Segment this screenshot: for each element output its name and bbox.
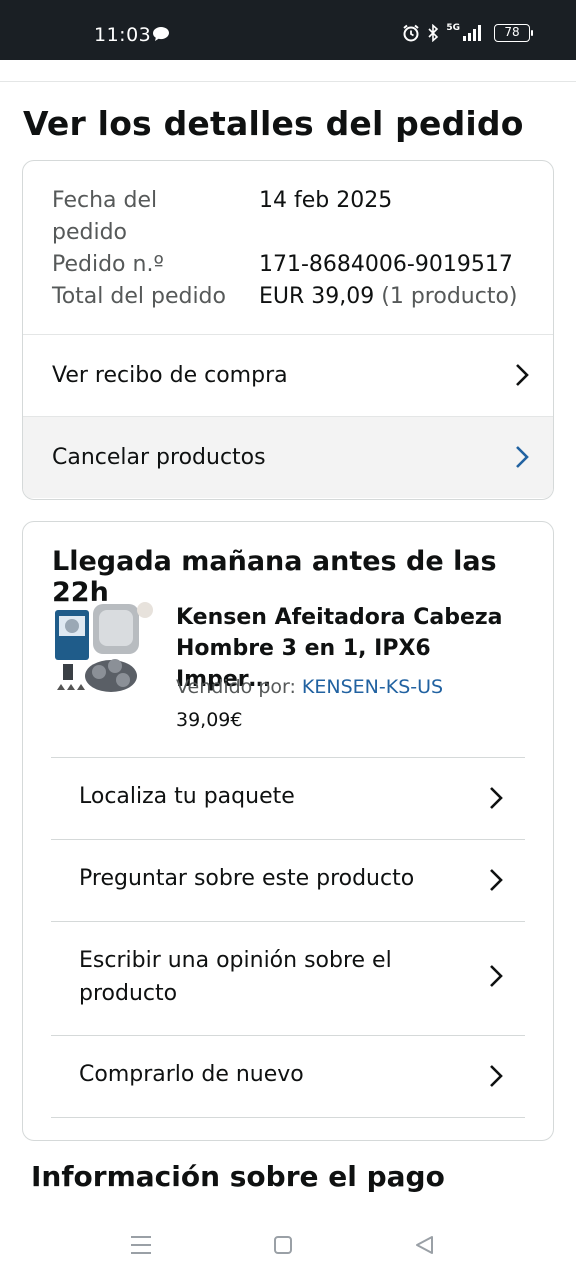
payment-info-heading: Información sobre el pago bbox=[31, 1160, 445, 1193]
product-price: 39,09€ bbox=[176, 709, 243, 731]
arrival-heading: Llegada mañana antes de las 22h bbox=[52, 546, 497, 608]
signal-icon bbox=[463, 25, 481, 41]
view-receipt-link[interactable]: Ver recibo de compra bbox=[23, 334, 553, 416]
seller-info: Vendido por: KENSEN-KS-US bbox=[176, 676, 443, 698]
chevron-right-icon bbox=[490, 1065, 503, 1087]
back-triangle-icon[interactable] bbox=[414, 1234, 434, 1256]
network-type: 5G bbox=[446, 23, 460, 33]
order-total-label: Total del pedido bbox=[52, 284, 226, 309]
seller-label: Vendido por: bbox=[176, 676, 302, 698]
chevron-right-icon bbox=[516, 446, 529, 468]
shipment-card: Llegada mañana antes de las 22h Kensen A… bbox=[22, 521, 554, 1141]
seller-link[interactable]: KENSEN-KS-US bbox=[302, 676, 443, 698]
order-date-label: Fecha del pedido bbox=[52, 188, 158, 245]
write-review-label: Escribir una opinión sobre el producto bbox=[79, 948, 392, 1006]
chevron-right-icon bbox=[516, 364, 529, 386]
clock: 11:03 bbox=[94, 24, 152, 46]
status-bar: 11:03 5G 78 bbox=[0, 0, 576, 60]
chevron-right-icon bbox=[490, 965, 503, 987]
page-title: Ver los detalles del pedido bbox=[23, 104, 524, 143]
track-package-label: Localiza tu paquete bbox=[79, 784, 295, 809]
cancel-products-label: Cancelar productos bbox=[52, 445, 266, 470]
home-square-icon[interactable] bbox=[273, 1234, 293, 1256]
bluetooth-icon bbox=[428, 24, 439, 42]
order-summary-card: Fecha del pedido 14 feb 2025 Pedido n.º … bbox=[22, 160, 554, 500]
chat-bubble-icon bbox=[152, 26, 170, 46]
order-date-value: 14 feb 2025 bbox=[259, 188, 393, 213]
cancel-products-link[interactable]: Cancelar productos bbox=[23, 416, 553, 498]
buy-again-label: Comprarlo de nuevo bbox=[79, 1062, 304, 1087]
status-icons: 5G 78 bbox=[402, 23, 533, 42]
product-image[interactable] bbox=[53, 600, 155, 702]
chevron-right-icon bbox=[490, 787, 503, 809]
order-number-label: Pedido n.º bbox=[52, 252, 164, 277]
buy-again-link[interactable]: Comprarlo de nuevo bbox=[51, 1035, 525, 1117]
track-package-link[interactable]: Localiza tu paquete bbox=[51, 757, 525, 839]
write-review-link[interactable]: Escribir una opinión sobre el producto bbox=[51, 921, 525, 1035]
chevron-right-icon bbox=[490, 869, 503, 891]
alarm-icon bbox=[403, 24, 419, 42]
order-item-count: (1 producto) bbox=[381, 284, 518, 309]
ask-product-label: Preguntar sobre este producto bbox=[79, 866, 415, 891]
ask-product-link[interactable]: Preguntar sobre este producto bbox=[51, 839, 525, 921]
battery-icon: 78 bbox=[494, 24, 533, 42]
order-total-value: EUR 39,09 (1 producto) bbox=[259, 284, 518, 309]
order-number-value: 171-8684006-9019517 bbox=[259, 252, 513, 277]
system-nav-bar bbox=[0, 1222, 576, 1280]
header-spacer bbox=[0, 60, 576, 82]
divider bbox=[51, 1117, 525, 1118]
menu-icon[interactable] bbox=[130, 1234, 152, 1256]
order-info: Fecha del pedido 14 feb 2025 Pedido n.º … bbox=[52, 185, 518, 313]
view-receipt-label: Ver recibo de compra bbox=[52, 363, 288, 388]
